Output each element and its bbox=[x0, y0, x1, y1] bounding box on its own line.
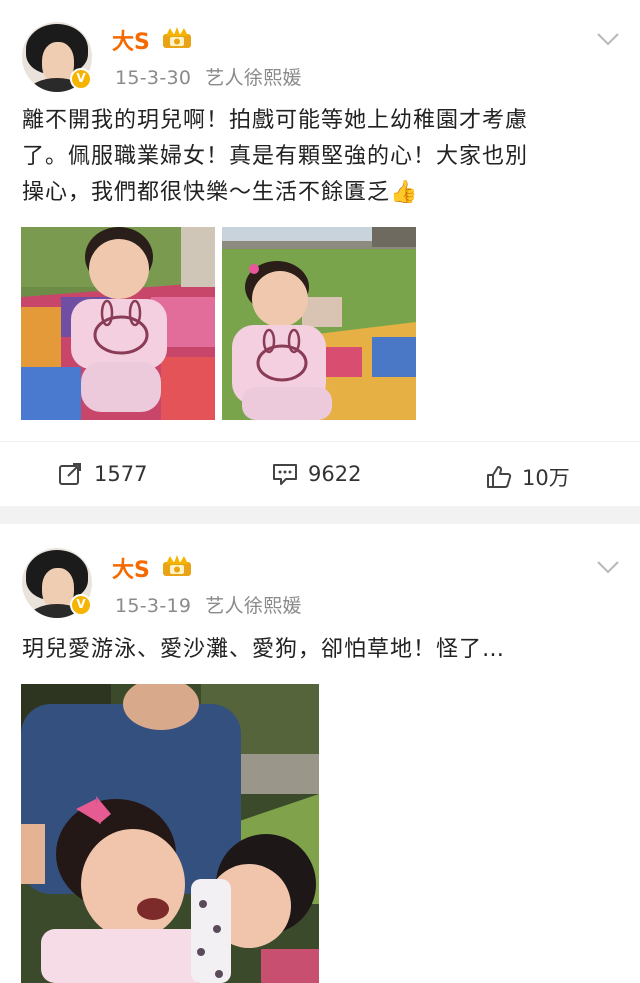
post-source: 艺人徐熙媛 bbox=[205, 595, 302, 617]
comment-icon bbox=[273, 464, 297, 485]
chevron-down-icon[interactable] bbox=[596, 560, 620, 574]
post-text-line: 離不開我的玥兒啊！拍戲可能等她上幼稚園才考慮 bbox=[22, 108, 529, 133]
share-icon bbox=[59, 463, 81, 485]
repost-button[interactable]: 1577 bbox=[58, 462, 147, 486]
username[interactable]: 大S bbox=[112, 552, 150, 584]
post-photo[interactable] bbox=[222, 227, 416, 420]
weibo-post-2: V 大S 15-3-19 艺人徐熙媛 玥兒愛游泳、愛沙灘、愛狗，卻怕草地！怪了… bbox=[0, 524, 640, 983]
like-button[interactable]: 10万 bbox=[486, 462, 570, 492]
post-date: 15-3-19 bbox=[115, 595, 192, 617]
post-photo[interactable] bbox=[21, 684, 319, 983]
thumbs-up-icon bbox=[487, 466, 512, 488]
post-meta: 15-3-19 艺人徐熙媛 bbox=[115, 591, 302, 618]
post-text-line: 了。佩服職業婦女！真是有顆堅強的心！大家也別 bbox=[22, 144, 529, 169]
thumbs-up-emoji: 👍 bbox=[390, 180, 419, 205]
repost-count: 1577 bbox=[94, 462, 148, 486]
post-text: 玥兒愛游泳、愛沙灘、愛狗，卻怕草地！怪了… bbox=[22, 637, 506, 662]
chevron-down-icon[interactable] bbox=[596, 32, 620, 46]
post-text: 離不開我的玥兒啊！拍戲可能等她上幼稚園才考慮 了。佩服職業婦女！真是有顆堅強的心… bbox=[22, 103, 622, 211]
post-action-bar: 1577 9622 10万 bbox=[0, 441, 640, 505]
post-date: 15-3-30 bbox=[115, 67, 192, 89]
post-divider bbox=[0, 506, 640, 524]
post-source: 艺人徐熙媛 bbox=[205, 67, 302, 89]
verified-badge-icon: V bbox=[70, 594, 92, 616]
post-meta: 15-3-30 艺人徐熙媛 bbox=[115, 63, 302, 90]
comment-count: 9622 bbox=[308, 462, 362, 486]
crown-icon bbox=[163, 555, 191, 576]
verified-badge-icon: V bbox=[70, 68, 92, 90]
crown-icon bbox=[163, 27, 191, 48]
like-count: 10万 bbox=[522, 466, 570, 490]
weibo-post-1: V 大S 15-3-30 艺人徐熙媛 離不開我的玥兒啊！拍戲可能等她上幼稚園才考慮… bbox=[0, 0, 640, 506]
post-text-line: 操心，我們都很快樂～生活不餘匱乏👍 bbox=[22, 180, 419, 205]
comment-button[interactable]: 9622 bbox=[272, 462, 361, 486]
username[interactable]: 大S bbox=[112, 24, 150, 56]
post-photo[interactable] bbox=[21, 227, 215, 420]
